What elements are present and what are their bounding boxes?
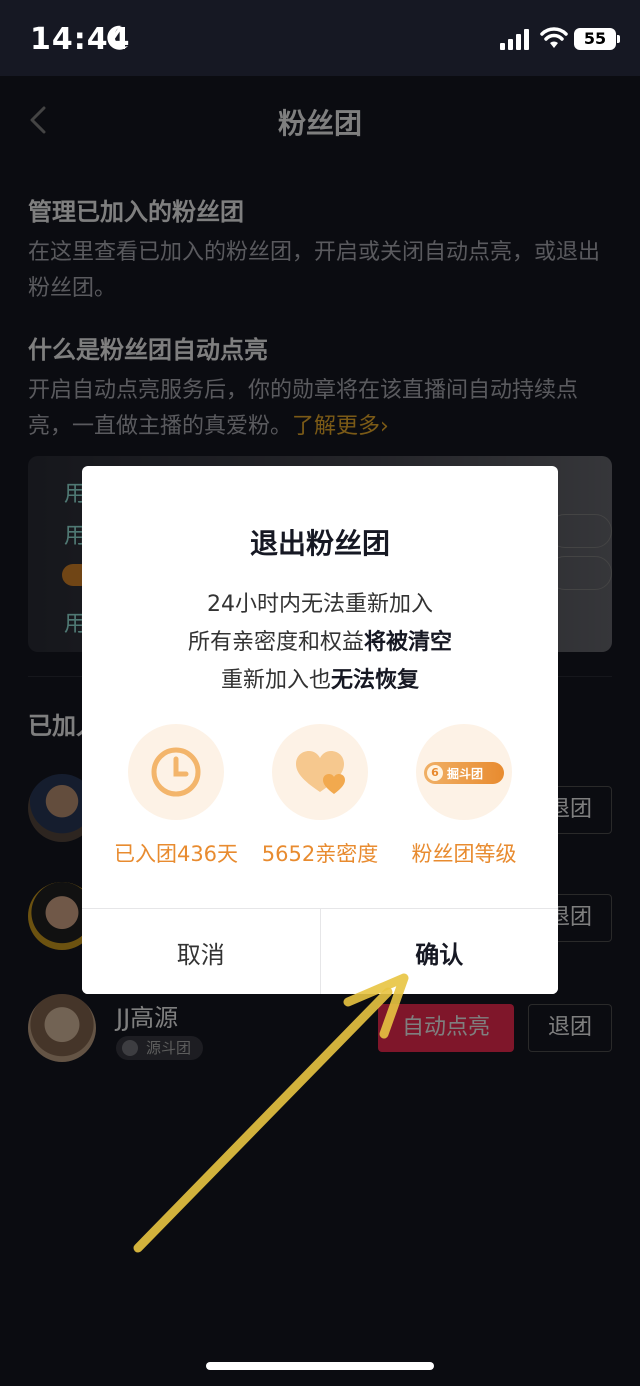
feature-label: 粉丝团等级: [411, 842, 517, 866]
clock-icon: [151, 747, 201, 797]
dialog-title: 退出粉丝团: [249, 527, 390, 560]
moon-icon: [107, 25, 128, 50]
fan-level-number: 6: [427, 765, 443, 781]
dialog-line-2-emphasis: 将被清空: [364, 630, 453, 655]
confirm-button[interactable]: 确认: [320, 909, 558, 994]
heart-icon: [296, 751, 345, 794]
home-indicator[interactable]: [206, 1362, 434, 1370]
dialog-line-3-text: 重新加入也: [220, 668, 331, 693]
wifi-icon: [540, 27, 568, 48]
dialog-actions: 取消 确认: [82, 908, 558, 994]
feature-circle: [272, 724, 368, 820]
dialog-line-2-text: 所有亲密度和权益: [187, 630, 364, 655]
feature-intimacy: 5652亲密度: [240, 724, 400, 868]
status-bar: 14:44 55: [0, 0, 640, 76]
feature-days-joined: 已入团436天: [96, 724, 256, 868]
feature-circle: [128, 724, 224, 820]
battery-indicator: 55: [574, 28, 616, 50]
cellular-signal-icon: [500, 29, 529, 50]
feature-label: 5652亲密度: [261, 842, 379, 866]
dialog-line-3-emphasis: 无法恢复: [331, 668, 420, 693]
battery-tip: [617, 35, 620, 43]
quit-fan-club-dialog: 退出粉丝团 24小时内无法重新加入 所有亲密度和权益将被清空 重新加入也无法恢复…: [82, 466, 558, 994]
dialog-line-3: 重新加入也无法恢复: [82, 662, 558, 694]
fan-level-badge: 6 掘斗团: [424, 762, 504, 784]
feature-label: 已入团436天: [113, 842, 239, 866]
feature-circle: 6 掘斗团: [416, 724, 512, 820]
fan-level-name: 掘斗团: [447, 766, 484, 781]
feature-fan-level: 6 掘斗团 粉丝团等级: [384, 724, 544, 868]
cancel-button[interactable]: 取消: [82, 909, 321, 994]
dialog-line-2: 所有亲密度和权益将被清空: [82, 624, 558, 656]
dialog-line-1: 24小时内无法重新加入: [207, 592, 433, 617]
